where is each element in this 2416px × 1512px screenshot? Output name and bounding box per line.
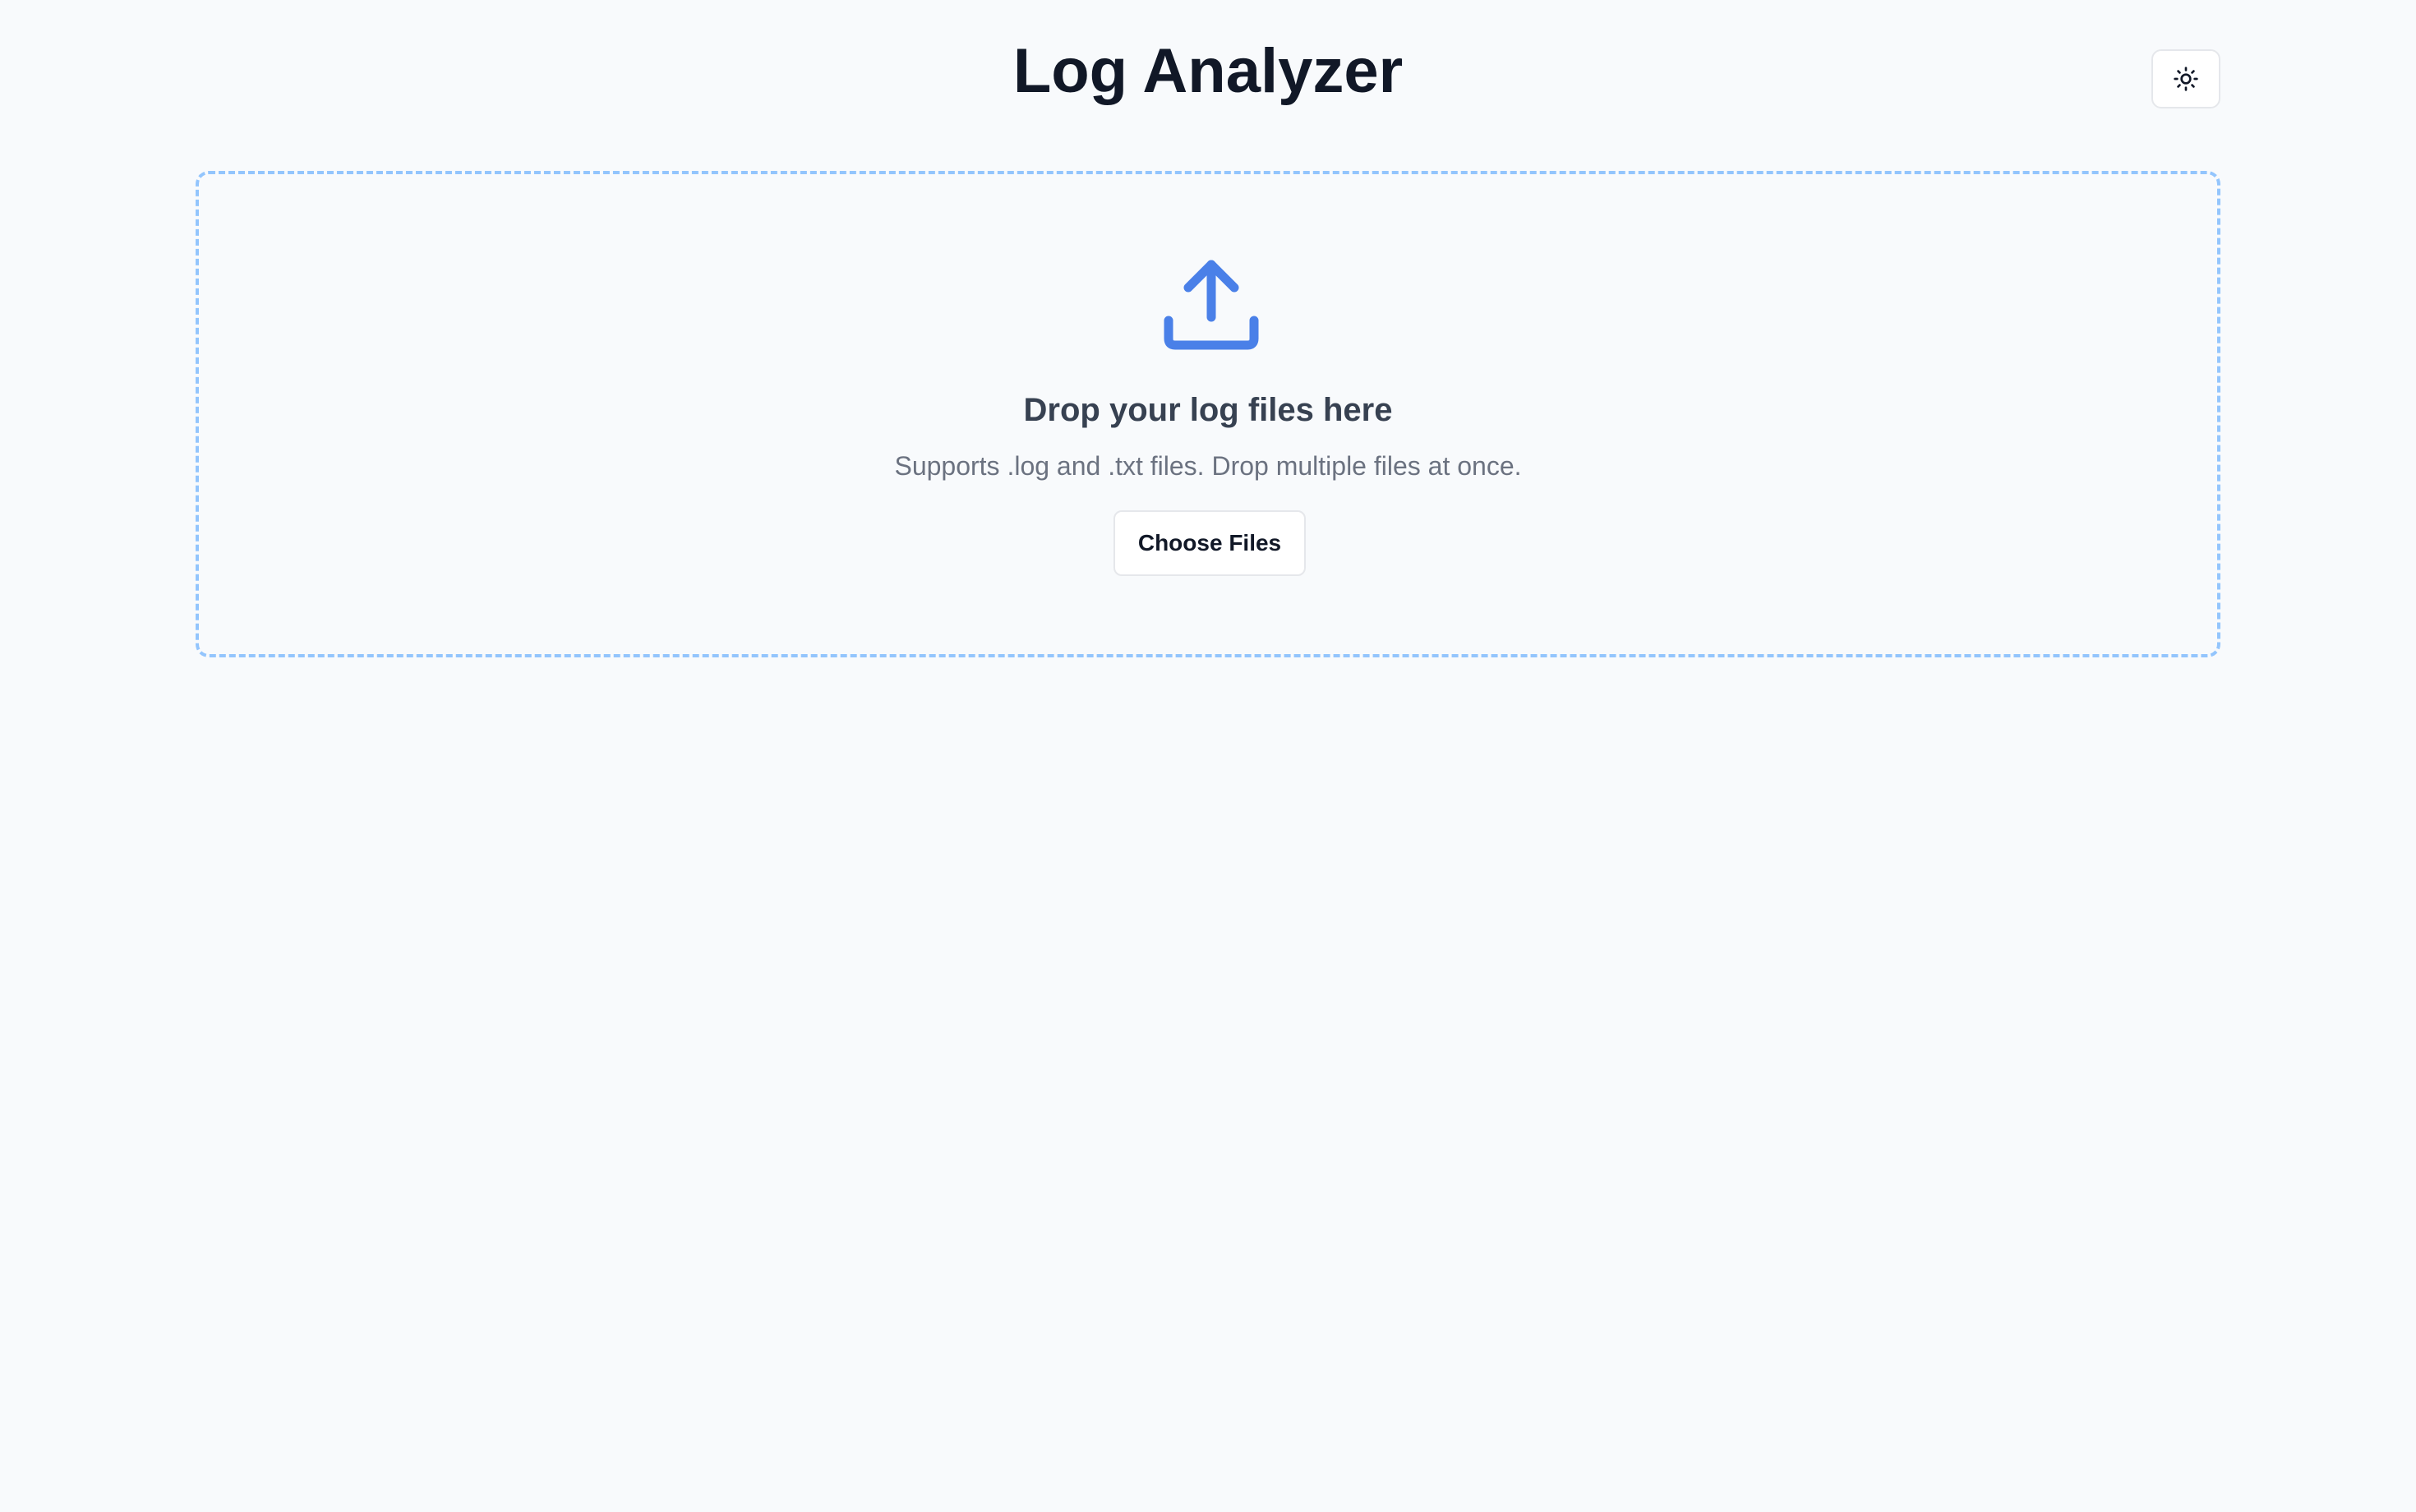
sun-icon — [2174, 67, 2198, 91]
app-root: Log Analyzer Drop your log files here Su… — [0, 0, 2416, 1512]
dropzone-title: Drop your log files here — [1023, 392, 1393, 428]
choose-files-button[interactable]: Choose Files — [1113, 510, 1306, 576]
upload-icon — [1164, 256, 1259, 352]
file-dropzone[interactable]: Drop your log files here Supports .log a… — [196, 171, 2220, 657]
theme-toggle-button[interactable] — [2151, 49, 2220, 108]
dropzone-subtitle: Supports .log and .txt files. Drop multi… — [894, 451, 1522, 481]
page-title: Log Analyzer — [1012, 36, 1404, 106]
